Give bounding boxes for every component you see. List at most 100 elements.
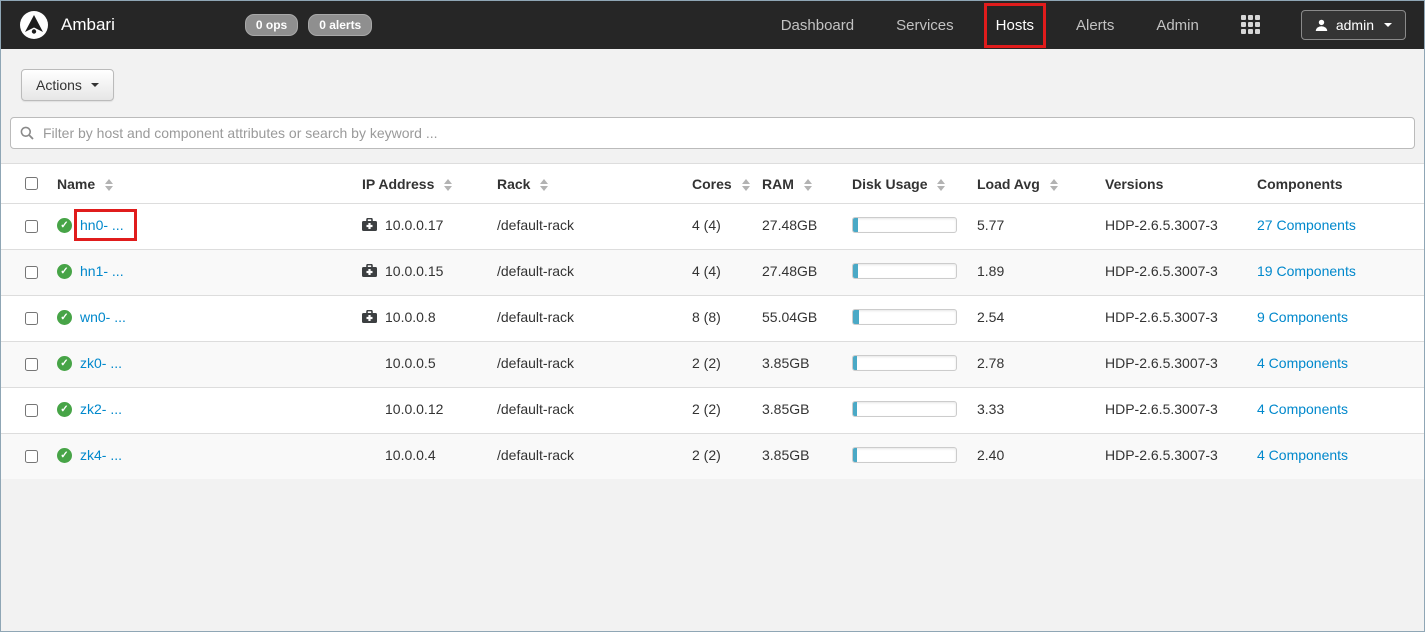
row-select-checkbox[interactable] bbox=[25, 358, 38, 371]
column-header-name[interactable]: Name bbox=[49, 164, 354, 204]
disk-usage-fill bbox=[853, 402, 857, 416]
user-menu-label: admin bbox=[1336, 17, 1374, 33]
hosts-table: Name IP Address Rack Cores bbox=[1, 163, 1424, 479]
column-header-ip[interactable]: IP Address bbox=[354, 164, 489, 204]
brand-title: Ambari bbox=[61, 15, 115, 35]
nav-item-hosts[interactable]: Hosts bbox=[994, 13, 1036, 38]
host-rack: /default-rack bbox=[497, 217, 574, 233]
column-header-rack[interactable]: Rack bbox=[489, 164, 684, 204]
host-ip: 10.0.0.8 bbox=[385, 309, 436, 325]
host-load-avg: 2.78 bbox=[977, 355, 1004, 371]
host-cores: 4 (4) bbox=[692, 263, 721, 279]
host-ip: 10.0.0.5 bbox=[385, 355, 436, 371]
nav-item-services[interactable]: Services bbox=[894, 13, 956, 38]
caret-down-icon bbox=[91, 83, 99, 87]
actions-button[interactable]: Actions bbox=[21, 69, 114, 101]
caret-down-icon bbox=[1384, 23, 1392, 27]
hosts-table-section: Name IP Address Rack Cores bbox=[1, 163, 1424, 479]
sort-icon[interactable] bbox=[937, 179, 945, 191]
row-select-checkbox[interactable] bbox=[25, 404, 38, 417]
user-menu-button[interactable]: admin bbox=[1301, 10, 1406, 40]
nav-item-alerts[interactable]: Alerts bbox=[1074, 13, 1116, 38]
sort-icon[interactable] bbox=[1050, 179, 1058, 191]
disk-usage-fill bbox=[853, 310, 859, 324]
host-version: HDP-2.6.5.3007-3 bbox=[1105, 447, 1218, 463]
host-components-link[interactable]: 9 Components bbox=[1257, 309, 1348, 325]
ambari-logo-icon bbox=[19, 10, 49, 40]
row-select-checkbox[interactable] bbox=[25, 450, 38, 463]
views-grid-icon[interactable] bbox=[1241, 15, 1261, 35]
nav-item-dashboard[interactable]: Dashboard bbox=[779, 13, 856, 38]
host-table-row: ✓ wn0- ... 10.0.0.8 /default-rack 8 (8) … bbox=[1, 296, 1424, 342]
ambari-hosts-page: Ambari 0 ops 0 alerts Dashboard Services… bbox=[0, 0, 1425, 632]
sort-icon[interactable] bbox=[444, 179, 452, 191]
host-rack: /default-rack bbox=[497, 355, 574, 371]
host-components-link[interactable]: 4 Components bbox=[1257, 401, 1348, 417]
column-header-disk-usage[interactable]: Disk Usage bbox=[844, 164, 969, 204]
host-components-link[interactable]: 27 Components bbox=[1257, 217, 1356, 233]
ops-badge[interactable]: 0 ops bbox=[245, 14, 298, 36]
column-header-load-avg[interactable]: Load Avg bbox=[969, 164, 1097, 204]
host-healthy-status-icon: ✓ bbox=[57, 310, 72, 325]
sort-icon[interactable] bbox=[540, 179, 548, 191]
sort-icon[interactable] bbox=[804, 179, 812, 191]
sort-icon[interactable] bbox=[742, 179, 750, 191]
host-components-link[interactable]: 19 Components bbox=[1257, 263, 1356, 279]
disk-usage-fill bbox=[853, 448, 857, 462]
host-load-avg: 3.33 bbox=[977, 401, 1004, 417]
host-version: HDP-2.6.5.3007-3 bbox=[1105, 355, 1218, 371]
column-header-ram[interactable]: RAM bbox=[754, 164, 844, 204]
alerts-badge[interactable]: 0 alerts bbox=[308, 14, 372, 36]
host-load-avg: 5.77 bbox=[977, 217, 1004, 233]
user-icon bbox=[1315, 19, 1328, 32]
host-name-link[interactable]: hn0- ... bbox=[80, 217, 124, 233]
host-table-row: ✓ zk2- ... 10.0.0.12 /default-rack 2 (2)… bbox=[1, 388, 1424, 434]
host-ip: 10.0.0.12 bbox=[385, 401, 443, 417]
row-select-checkbox[interactable] bbox=[25, 220, 38, 233]
host-load-avg: 2.54 bbox=[977, 309, 1004, 325]
host-ram: 27.48GB bbox=[762, 217, 817, 233]
host-rack: /default-rack bbox=[497, 309, 574, 325]
host-cores: 8 (8) bbox=[692, 309, 721, 325]
host-name-link[interactable]: zk4- ... bbox=[80, 447, 122, 463]
nav-item-admin[interactable]: Admin bbox=[1154, 13, 1201, 38]
maintenance-mode-icon bbox=[362, 310, 385, 326]
host-name-link[interactable]: wn0- ... bbox=[80, 309, 126, 325]
table-header-row: Name IP Address Rack Cores bbox=[1, 164, 1424, 204]
host-healthy-status-icon: ✓ bbox=[57, 356, 72, 371]
column-header-components: Components bbox=[1249, 164, 1424, 204]
maintenance-mode-icon bbox=[362, 218, 385, 234]
host-name-link[interactable]: zk2- ... bbox=[80, 401, 122, 417]
disk-usage-bar bbox=[852, 401, 957, 417]
disk-usage-bar bbox=[852, 447, 957, 463]
disk-usage-bar bbox=[852, 355, 957, 371]
host-cores: 2 (2) bbox=[692, 447, 721, 463]
host-components-link[interactable]: 4 Components bbox=[1257, 355, 1348, 371]
host-rack: /default-rack bbox=[497, 447, 574, 463]
host-name-link[interactable]: zk0- ... bbox=[80, 355, 122, 371]
filter-row bbox=[1, 117, 1424, 163]
host-rack: /default-rack bbox=[497, 401, 574, 417]
select-all-checkbox[interactable] bbox=[25, 177, 38, 190]
actions-toolbar: Actions bbox=[1, 49, 1424, 117]
row-select-checkbox[interactable] bbox=[25, 266, 38, 279]
host-table-row: ✓ hn0- ... 10.0.0.17 /default-rack 4 (4)… bbox=[1, 204, 1424, 250]
host-load-avg: 2.40 bbox=[977, 447, 1004, 463]
sort-icon[interactable] bbox=[105, 179, 113, 191]
row-select-checkbox[interactable] bbox=[25, 312, 38, 325]
host-components-link[interactable]: 4 Components bbox=[1257, 447, 1348, 463]
host-table-row: ✓ zk0- ... 10.0.0.5 /default-rack 2 (2) … bbox=[1, 342, 1424, 388]
host-filter-input[interactable] bbox=[10, 117, 1415, 149]
navbar-badges: 0 ops 0 alerts bbox=[245, 14, 372, 36]
host-load-avg: 1.89 bbox=[977, 263, 1004, 279]
host-healthy-status-icon: ✓ bbox=[57, 264, 72, 279]
host-name-link[interactable]: hn1- ... bbox=[80, 263, 124, 279]
column-header-cores[interactable]: Cores bbox=[684, 164, 754, 204]
ambari-brand[interactable]: Ambari bbox=[19, 10, 115, 40]
host-ram: 55.04GB bbox=[762, 309, 817, 325]
host-version: HDP-2.6.5.3007-3 bbox=[1105, 309, 1218, 325]
disk-usage-fill bbox=[853, 264, 858, 278]
column-header-versions: Versions bbox=[1097, 164, 1249, 204]
host-healthy-status-icon: ✓ bbox=[57, 448, 72, 463]
host-table-body: ✓ hn0- ... 10.0.0.17 /default-rack 4 (4)… bbox=[1, 204, 1424, 480]
